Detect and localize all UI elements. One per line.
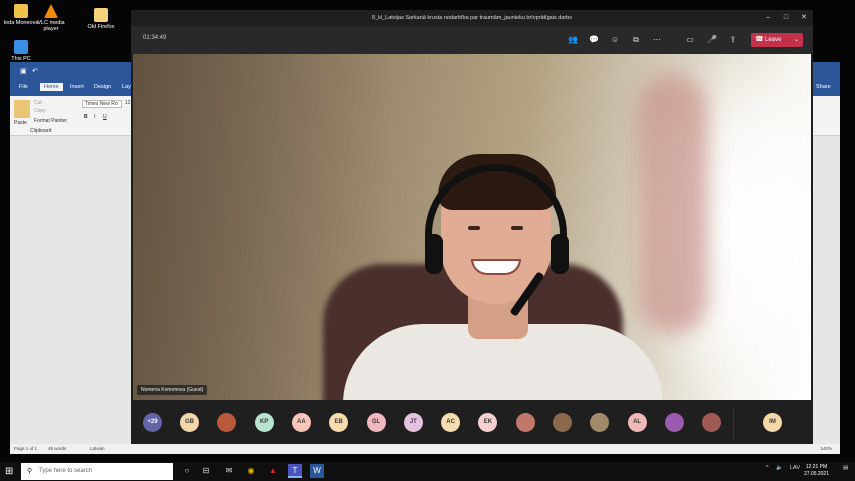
- share-screen-icon[interactable]: ⇪: [727, 34, 739, 46]
- participant-avatar[interactable]: AC: [441, 413, 461, 432]
- chat-icon[interactable]: 💬: [588, 34, 600, 46]
- acrobat-icon[interactable]: ▲: [266, 464, 280, 478]
- participant-avatar[interactable]: ĢL: [366, 413, 386, 432]
- paste-icon[interactable]: [14, 100, 30, 118]
- copy-button[interactable]: Copy: [34, 108, 46, 114]
- teams-icon[interactable]: T: [288, 464, 302, 478]
- tab-home[interactable]: Home: [40, 83, 63, 91]
- chevron-down-icon[interactable]: ⌄: [794, 33, 799, 47]
- language-status[interactable]: Latvian: [90, 446, 105, 451]
- word-count: 46 words: [48, 446, 67, 451]
- font-size-select[interactable]: 12: [125, 100, 131, 106]
- participant-photo-avatar[interactable]: [702, 413, 722, 432]
- participant-photo-avatar[interactable]: [553, 413, 572, 432]
- font-name-select[interactable]: Times New Ro: [82, 100, 122, 108]
- meeting-timer: 01:34:49: [143, 35, 167, 41]
- word-icon[interactable]: W: [310, 464, 324, 478]
- participant-avatar[interactable]: KP: [254, 413, 274, 432]
- leave-button[interactable]: ☎ Leave ⌄: [751, 33, 803, 47]
- participant-avatar[interactable]: EB: [329, 413, 349, 432]
- rooms-icon[interactable]: ⧉: [630, 34, 642, 46]
- taskbar: ⊞ ⚲ Type here to search ○ ⊟ ✉ ◉ ▲ T W ^ …: [0, 462, 855, 481]
- keyboard-language[interactable]: LAV: [790, 465, 800, 471]
- phone-hangup-icon: ☎: [755, 36, 764, 43]
- tab-file[interactable]: File: [19, 84, 28, 90]
- share-button[interactable]: Share: [816, 84, 831, 90]
- clock-date: 27.05.2021: [803, 471, 829, 477]
- underline-button[interactable]: U: [103, 114, 107, 120]
- undo-icon[interactable]: ↶: [32, 67, 38, 75]
- participant-photo-avatar[interactable]: [664, 413, 684, 432]
- tray-chevron-icon[interactable]: ^: [766, 465, 769, 471]
- windows-start-icon[interactable]: ⊞: [5, 465, 13, 478]
- notifications-icon[interactable]: ▤: [843, 465, 848, 471]
- mail-icon[interactable]: ✉: [222, 464, 236, 478]
- desktop-icon-label: VLC media player: [37, 20, 65, 32]
- maximize-button[interactable]: □: [777, 10, 795, 26]
- reactions-icon[interactable]: ☺: [609, 34, 621, 46]
- participant-avatar[interactable]: GB: [180, 413, 199, 432]
- cortana-icon[interactable]: ○: [180, 464, 194, 478]
- task-view-icon[interactable]: ⊟: [199, 464, 213, 478]
- desktop-icon-this-pc[interactable]: This PC: [0, 40, 42, 62]
- participant-name-tag: Nomena Konomova (Guest): [137, 385, 208, 395]
- search-placeholder: Type here to search: [39, 468, 93, 474]
- desktop-icon-label: Old Firefox: [87, 24, 115, 30]
- vlc-icon: [44, 4, 58, 18]
- page-count: Page 1 of 1: [14, 446, 38, 451]
- speaker-icon[interactable]: 🔈: [776, 465, 783, 471]
- desktop-icon-vlc[interactable]: VLC media player: [30, 4, 72, 32]
- meeting-toolbar: 01:34:49 👥 💬 ☺ ⧉ ⋯ ▭ 🎤 ⇪ ☎ Leave ⌄: [131, 26, 813, 54]
- folder-icon: [94, 8, 108, 22]
- zoom-level[interactable]: 140%: [820, 446, 832, 451]
- cut-button[interactable]: Cut: [34, 100, 42, 106]
- italic-button[interactable]: I: [94, 114, 95, 120]
- tab-design[interactable]: Design: [94, 84, 111, 90]
- teams-meeting-window: 8_kl_Latvijas Sarkanā krusta nodarbība p…: [131, 10, 813, 444]
- camera-off-icon[interactable]: ▭: [684, 34, 696, 46]
- self-avatar[interactable]: IM: [763, 413, 782, 432]
- more-actions-icon[interactable]: ⋯: [651, 34, 663, 46]
- save-icon[interactable]: ▣: [20, 67, 27, 75]
- participant-gallery: +29 GB KP AA EB ĢL JT AC EK AL IM: [131, 402, 813, 444]
- taskbar-search[interactable]: ⚲ Type here to search: [21, 463, 173, 480]
- video-feed: Nomena Konomova (Guest): [133, 54, 811, 400]
- clock-time: 12:21 PM: [805, 464, 828, 470]
- participant-photo-avatar[interactable]: [590, 413, 610, 432]
- tab-layout[interactable]: Lay: [122, 84, 131, 90]
- participant-avatar[interactable]: JT: [403, 413, 423, 432]
- system-clock[interactable]: 12:21 PM 27.05.2021: [804, 464, 829, 478]
- paste-button[interactable]: Paste: [14, 120, 27, 126]
- meeting-title: 8_kl_Latvijas Sarkanā krusta nodarbība p…: [131, 10, 813, 26]
- clipboard-group-label: Clipboard: [30, 128, 52, 134]
- chrome-icon[interactable]: ◉: [244, 464, 258, 478]
- overflow-participants-button[interactable]: +29: [143, 413, 162, 432]
- microphone-icon[interactable]: 🎤: [706, 34, 718, 46]
- participant-avatar[interactable]: EK: [478, 413, 498, 432]
- leave-label: Leave: [765, 37, 782, 43]
- search-icon: ⚲: [27, 468, 33, 475]
- computer-icon: [14, 40, 28, 54]
- format-painter-button[interactable]: Format Painter: [34, 118, 67, 124]
- close-button[interactable]: ✕: [795, 10, 813, 26]
- participant-photo-avatar[interactable]: [217, 413, 237, 432]
- participant-avatar[interactable]: AA: [291, 413, 311, 432]
- participant-avatar[interactable]: AL: [627, 413, 647, 432]
- desktop-icon-firefox[interactable]: Old Firefox: [80, 8, 122, 30]
- tab-insert[interactable]: Insert: [70, 84, 84, 90]
- folder-icon: [14, 4, 28, 18]
- bold-button[interactable]: B: [84, 114, 88, 120]
- minimize-button[interactable]: –: [759, 10, 777, 26]
- word-statusbar: Page 1 of 1 46 words Latvian 140%: [10, 444, 840, 454]
- participant-photo-avatar[interactable]: [515, 413, 535, 432]
- participants-icon[interactable]: 👥: [567, 34, 579, 46]
